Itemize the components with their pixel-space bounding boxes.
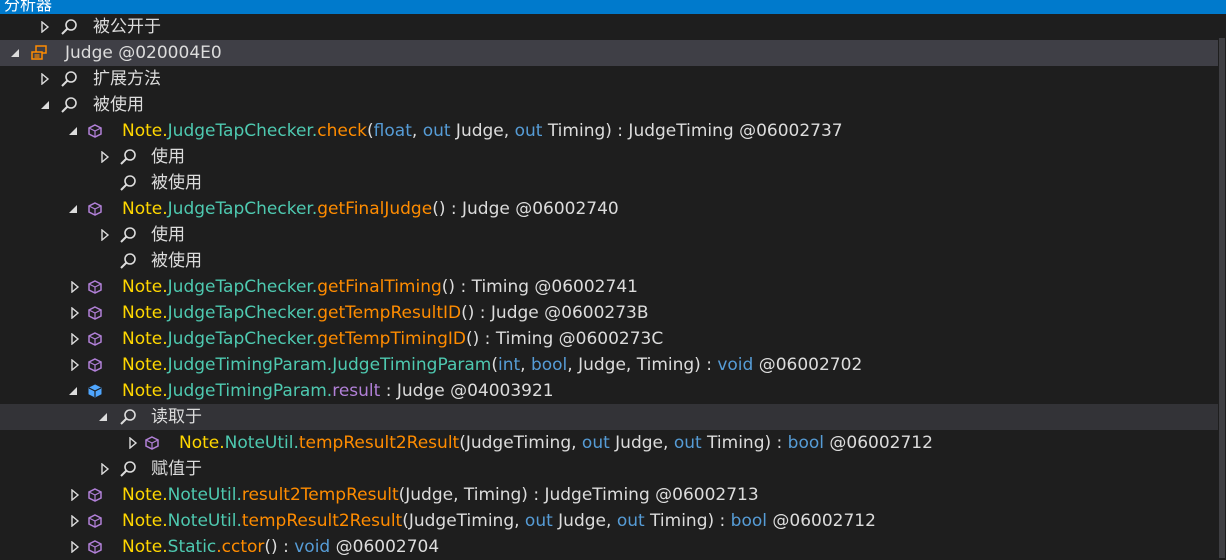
tree-node-judge-type[interactable]: Judge @020004E0	[0, 40, 1226, 66]
search-icon	[119, 404, 137, 430]
tree-node-used-by[interactable]: 被使用	[0, 92, 1226, 118]
tree-node-assigned-by[interactable]: 赋值于	[0, 456, 1226, 482]
tree-node-method-result2tempresult[interactable]: Note.NoteUtil.result2TempResult(Judge, T…	[0, 482, 1226, 508]
search-icon	[119, 170, 137, 196]
method-icon	[143, 430, 161, 456]
expand-arrow-icon[interactable]	[98, 144, 112, 170]
search-icon	[60, 66, 78, 92]
member-signature: Note.JudgeTapChecker.getTempTimingID() :…	[122, 329, 664, 349]
tree-node-uses[interactable]: 使用	[0, 222, 1226, 248]
expand-arrow-icon[interactable]	[38, 66, 52, 92]
method-icon	[86, 118, 104, 144]
tree-node-label: 读取于	[151, 407, 202, 427]
search-icon	[119, 456, 137, 482]
expand-arrow-icon[interactable]	[68, 352, 82, 378]
method-icon	[86, 352, 104, 378]
window-title-bar: 分析器	[0, 0, 1226, 14]
method-icon	[86, 508, 104, 534]
collapse-arrow-icon[interactable]	[8, 40, 22, 66]
member-signature: Note.NoteUtil.tempResult2Result(JudgeTim…	[122, 511, 876, 531]
enum-icon	[30, 40, 48, 66]
collapse-arrow-icon[interactable]	[66, 378, 80, 404]
search-icon	[119, 222, 137, 248]
tree-node-label: 被使用	[151, 173, 202, 193]
expand-arrow-icon[interactable]	[38, 14, 52, 40]
tree-node-constructor-judgetimingparam[interactable]: Note.JudgeTimingParam.JudgeTimingParam(i…	[0, 352, 1226, 378]
tree-node-label: 被使用	[93, 95, 144, 115]
tree-node-label: 扩展方法	[93, 69, 161, 89]
member-signature: Note.Static.cctor() : void @06002704	[122, 537, 440, 557]
tree-node-method-gettemptimingid[interactable]: Note.JudgeTapChecker.getTempTimingID() :…	[0, 326, 1226, 352]
expand-arrow-icon[interactable]	[98, 456, 112, 482]
search-icon	[119, 248, 137, 274]
tree-node-used-by[interactable]: 被使用	[0, 170, 1226, 196]
expand-arrow-icon[interactable]	[68, 534, 82, 560]
tree-node-label: 被公开于	[93, 17, 161, 37]
expand-arrow-icon[interactable]	[68, 300, 82, 326]
window-title: 分析器	[4, 0, 53, 14]
method-icon	[86, 196, 104, 222]
member-signature: Note.JudgeTapChecker.check(float, out Ju…	[122, 121, 843, 141]
expand-arrow-icon[interactable]	[68, 274, 82, 300]
collapse-arrow-icon[interactable]	[38, 92, 52, 118]
method-icon	[86, 482, 104, 508]
expand-arrow-icon[interactable]	[68, 326, 82, 352]
member-signature: Note.NoteUtil.tempResult2Result(JudgeTim…	[179, 433, 933, 453]
tree-node-label: 使用	[151, 225, 185, 245]
method-icon	[86, 326, 104, 352]
tree-node-label: 赋值于	[151, 459, 202, 479]
expand-arrow-icon[interactable]	[126, 430, 140, 456]
tree-node-read-by[interactable]: 读取于	[0, 404, 1226, 430]
expand-arrow-icon[interactable]	[98, 222, 112, 248]
tree-node-method-gettempresultid[interactable]: Note.JudgeTapChecker.getTempResultID() :…	[0, 300, 1226, 326]
tree-node-method-check[interactable]: Note.JudgeTapChecker.check(float, out Ju…	[0, 118, 1226, 144]
vertical-scrollbar[interactable]	[1218, 14, 1226, 558]
tree-node-label: Judge @020004E0	[65, 43, 222, 63]
expand-arrow-icon[interactable]	[68, 508, 82, 534]
tree-node-method-tempresult2result[interactable]: Note.NoteUtil.tempResult2Result(JudgeTim…	[0, 430, 1226, 456]
method-icon	[86, 300, 104, 326]
tree-node-method-getfinaltiming[interactable]: Note.JudgeTapChecker.getFinalTiming() : …	[0, 274, 1226, 300]
search-icon	[119, 144, 137, 170]
search-icon	[60, 14, 78, 40]
expand-arrow-icon[interactable]	[68, 482, 82, 508]
collapse-arrow-icon[interactable]	[66, 196, 80, 222]
analyzer-tree: 被公开于 Judge @020004E0 扩展方法 被使用 Note.Judge…	[0, 14, 1226, 560]
method-icon	[86, 274, 104, 300]
collapse-arrow-icon[interactable]	[96, 404, 110, 430]
scrollbar-thumb[interactable]	[1219, 38, 1225, 558]
tree-node-method-tempresult2result[interactable]: Note.NoteUtil.tempResult2Result(JudgeTim…	[0, 508, 1226, 534]
tree-node-label: 使用	[151, 147, 185, 167]
collapse-arrow-icon[interactable]	[66, 118, 80, 144]
member-signature: Note.JudgeTimingParam.JudgeTimingParam(i…	[122, 355, 863, 375]
tree-node-exposed-by[interactable]: 被公开于	[0, 14, 1226, 40]
member-signature: Note.JudgeTapChecker.getTempResultID() :…	[122, 303, 649, 323]
method-icon	[86, 534, 104, 560]
tree-node-used-by[interactable]: 被使用	[0, 248, 1226, 274]
tree-node-label: 被使用	[151, 251, 202, 271]
member-signature: Note.JudgeTapChecker.getFinalJudge() : J…	[122, 199, 619, 219]
tree-node-extension-methods[interactable]: 扩展方法	[0, 66, 1226, 92]
tree-node-method-getfinaljudge[interactable]: Note.JudgeTapChecker.getFinalJudge() : J…	[0, 196, 1226, 222]
tree-node-field-result[interactable]: Note.JudgeTimingParam.result : Judge @04…	[0, 378, 1226, 404]
member-signature: Note.JudgeTapChecker.getFinalTiming() : …	[122, 277, 638, 297]
search-icon	[60, 92, 78, 118]
field-icon	[86, 378, 104, 404]
member-signature: Note.JudgeTimingParam.result : Judge @04…	[122, 381, 554, 401]
tree-node-uses[interactable]: 使用	[0, 144, 1226, 170]
member-signature: Note.NoteUtil.result2TempResult(Judge, T…	[122, 485, 759, 505]
tree-node-method-static-cctor[interactable]: Note.Static.cctor() : void @06002704	[0, 534, 1226, 560]
